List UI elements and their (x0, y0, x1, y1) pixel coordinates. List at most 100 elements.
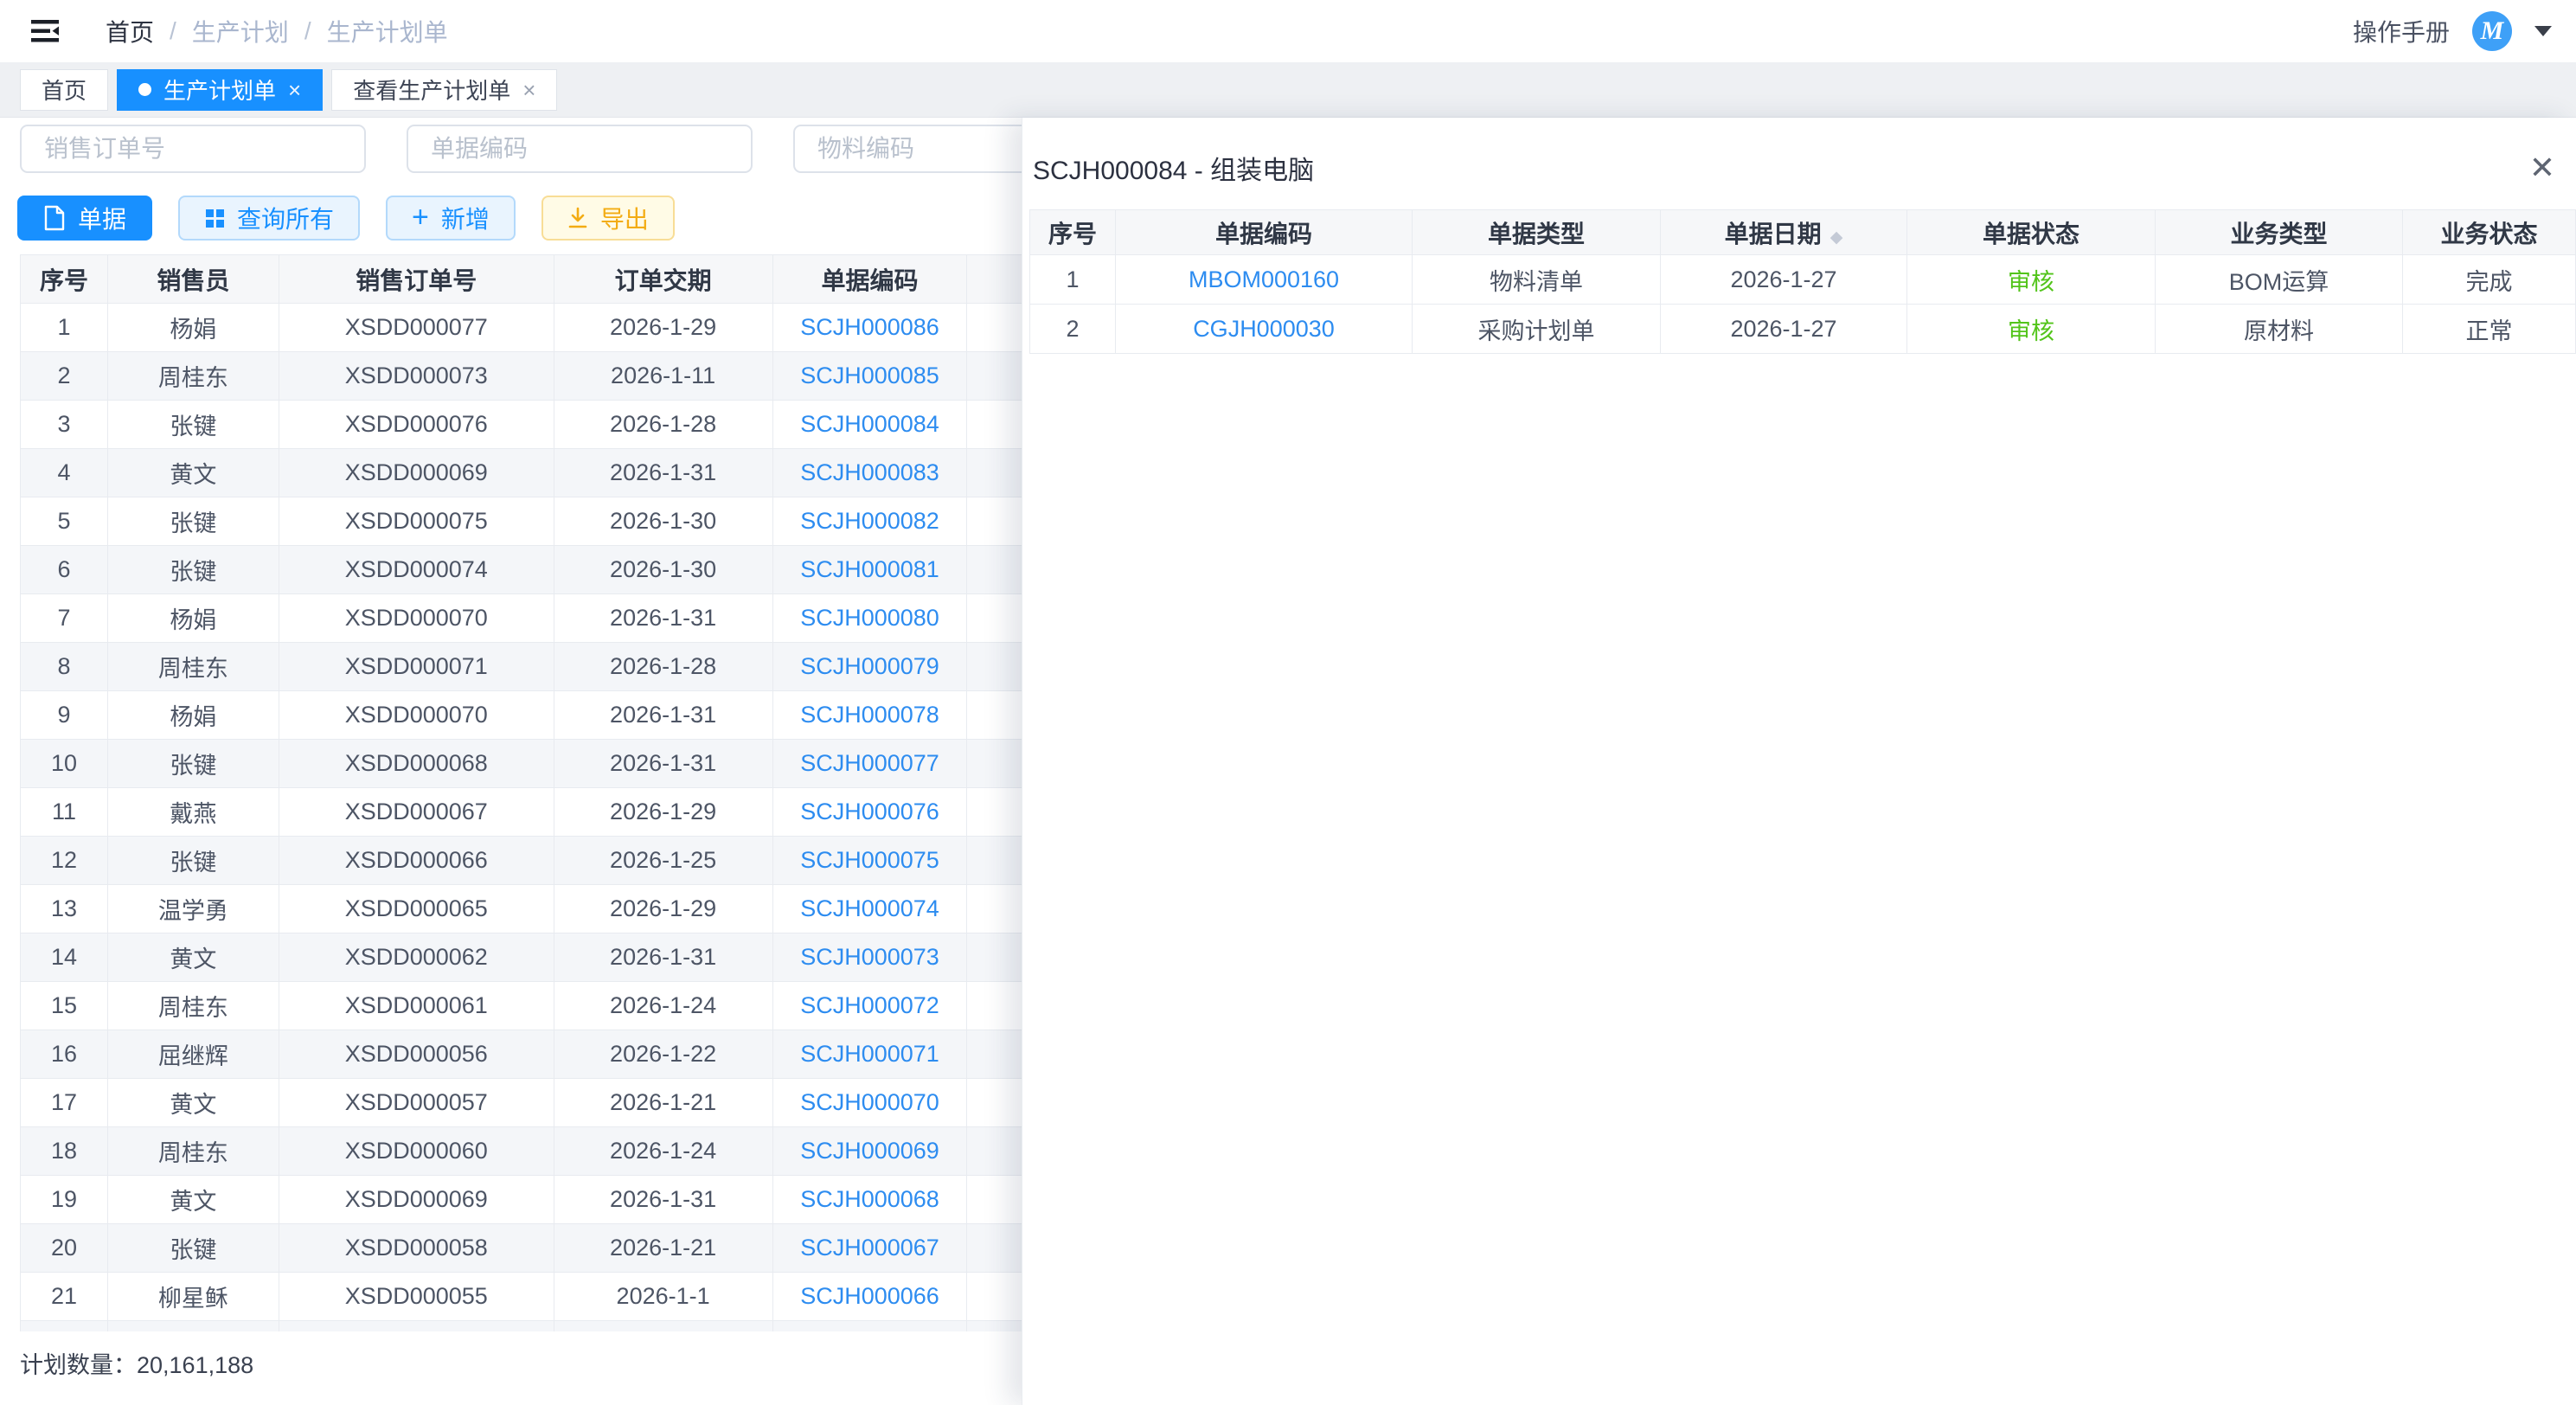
cell-seq: 18 (21, 1127, 108, 1176)
cell-doc-code[interactable]: MBOM000160 (1116, 255, 1413, 305)
sort-icon[interactable]: ◆ (1830, 228, 1843, 247)
tab-close-icon[interactable]: × (288, 79, 301, 101)
cell-sales-person: 张键 (107, 837, 279, 885)
doc-code-link[interactable]: MBOM000160 (1189, 266, 1339, 292)
cell-sales-order: XSDD000069 (279, 1176, 554, 1224)
cell-sales-person: 戴燕 (107, 788, 279, 837)
cell-sales-person: 杨娟 (107, 691, 279, 740)
doc-code-link[interactable]: SCJH000071 (800, 1041, 939, 1067)
table-row[interactable]: 1MBOM000160物料清单2026-1-27审核BOM运算完成 (1030, 255, 2576, 305)
cell-doc-code[interactable]: SCJH000085 (772, 352, 967, 401)
doc-code-link[interactable]: SCJH000078 (800, 702, 939, 728)
cell-sales-order: XSDD000071 (279, 643, 554, 691)
doc-code-link[interactable]: SCJH000067 (800, 1235, 939, 1261)
tab-production-plan[interactable]: 生产计划单 × (117, 69, 323, 111)
cell-seq: 21 (21, 1273, 108, 1321)
cell-doc-code[interactable]: SCJH000076 (772, 788, 967, 837)
column-header: 订单交期 (554, 255, 772, 304)
doc-code-link[interactable]: SCJH000080 (800, 605, 939, 631)
column-header: 序号 (21, 255, 108, 304)
avatar[interactable]: M (2472, 11, 2512, 51)
column-header: 单据编码 (1116, 210, 1413, 255)
doc-code-link[interactable]: SCJH000070 (800, 1089, 939, 1115)
cell-doc-code[interactable]: SCJH000086 (772, 304, 967, 352)
cell-doc-code[interactable]: SCJH000072 (772, 982, 967, 1030)
cell-doc-code[interactable]: SCJH000081 (772, 546, 967, 594)
cell-doc-code[interactable]: SCJH000083 (772, 449, 967, 497)
export-button[interactable]: 导出 (541, 196, 675, 241)
doc-code-link[interactable]: SCJH000073 (800, 944, 939, 970)
cell-doc-code[interactable]: SCJH000070 (772, 1079, 967, 1127)
cell-doc-code[interactable]: SCJH000074 (772, 885, 967, 933)
cell-sales-person: 张键 (107, 401, 279, 449)
breadcrumb-separator: / (304, 17, 311, 45)
cell-due-date: 2026-1-31 (554, 691, 772, 740)
add-button[interactable]: + 新增 (386, 196, 516, 241)
cell-sales-order: XSDD000074 (279, 546, 554, 594)
cell-sales-person: 黄文 (107, 449, 279, 497)
doc-code-link[interactable]: SCJH000086 (800, 314, 939, 340)
column-header: 销售员 (107, 255, 279, 304)
tab-close-icon[interactable]: × (522, 79, 535, 101)
cell-doc-code[interactable]: SCJH000077 (772, 740, 967, 788)
cell-due-date: 2026-1-11 (554, 352, 772, 401)
cell-doc-code[interactable]: SCJH000073 (772, 933, 967, 982)
tab-label: 生产计划单 (163, 74, 276, 106)
breadcrumb-section[interactable]: 生产计划 (192, 14, 289, 48)
doc-code-link[interactable]: SCJH000072 (800, 992, 939, 1018)
doc-code-link[interactable]: SCJH000068 (800, 1186, 939, 1212)
cell-doc-code[interactable]: SCJH000080 (772, 594, 967, 643)
doc-code-link[interactable]: SCJH000076 (800, 799, 939, 824)
cell-due-date: 2026-1-31 (554, 1176, 772, 1224)
manual-link[interactable]: 操作手册 (2353, 14, 2450, 48)
cell-sales-person: 柳星稣 (107, 1273, 279, 1321)
cell-doc-code[interactable]: CGJH000030 (1116, 305, 1413, 354)
cell-due-date: 2026-1-30 (554, 546, 772, 594)
doc-code-input[interactable] (407, 125, 753, 173)
table-row[interactable]: 2CGJH000030采购计划单2026-1-27审核原材料正常 (1030, 305, 2576, 354)
doc-code-link[interactable]: SCJH000074 (800, 895, 939, 921)
doc-code-link[interactable]: SCJH000084 (800, 411, 939, 437)
cell-doc-code[interactable]: SCJH000068 (772, 1176, 967, 1224)
cell-doc-code[interactable]: SCJH000082 (772, 497, 967, 546)
cell-doc-code[interactable]: SCJH000084 (772, 401, 967, 449)
doc-code-link[interactable]: SCJH000085 (800, 362, 939, 388)
cell-doc-code[interactable]: SCJH000069 (772, 1127, 967, 1176)
cell-sales-order: XSDD000056 (279, 1030, 554, 1079)
doc-code-link[interactable]: CGJH000030 (1193, 316, 1335, 342)
cell-sales-person: 周桂东 (107, 982, 279, 1030)
doc-code-link[interactable]: SCJH000066 (800, 1283, 939, 1309)
doc-code-link[interactable]: SCJH000075 (800, 847, 939, 873)
cell-sales-order: XSDD000076 (279, 401, 554, 449)
cell-doc-code[interactable]: SCJH000079 (772, 643, 967, 691)
tab-home[interactable]: 首页 (20, 69, 108, 111)
tab-view-production-plan[interactable]: 查看生产计划单 × (331, 69, 557, 111)
doc-code-link[interactable]: SCJH000079 (800, 653, 939, 679)
cell-seq: 3 (21, 401, 108, 449)
cell-sales-order: XSDD000065 (279, 885, 554, 933)
cell-doc-code[interactable]: SCJH000067 (772, 1224, 967, 1273)
top-bar-right: 操作手册 M (2353, 11, 2552, 51)
doc-code-link[interactable]: SCJH000083 (800, 459, 939, 485)
column-header[interactable]: 单据日期◆ (1661, 210, 1907, 255)
breadcrumb-home[interactable]: 首页 (106, 14, 154, 48)
caret-down-icon[interactable] (2534, 26, 2552, 36)
query-all-button[interactable]: 查询所有 (178, 196, 360, 241)
menu-fold-icon[interactable] (26, 14, 64, 48)
cell-doc-code[interactable]: SCJH000078 (772, 691, 967, 740)
cell-doc-code[interactable]: SCJH000066 (772, 1273, 967, 1321)
cell-due-date: 2026-1-24 (554, 982, 772, 1030)
doc-button[interactable]: 单据 (17, 196, 152, 241)
cell-doc-code[interactable]: SCJH000071 (772, 1030, 967, 1079)
breadcrumb-page[interactable]: 生产计划单 (327, 14, 448, 48)
cell-sales-person: 张键 (107, 497, 279, 546)
close-icon[interactable]: ✕ (2529, 152, 2555, 183)
doc-code-link[interactable]: SCJH000069 (800, 1138, 939, 1164)
plan-quantity-value: 20,161,188 (137, 1352, 253, 1378)
doc-code-link[interactable]: SCJH000081 (800, 556, 939, 582)
sales-order-input[interactable] (20, 125, 366, 173)
doc-code-link[interactable]: SCJH000082 (800, 508, 939, 534)
cell-seq: 12 (21, 837, 108, 885)
doc-code-link[interactable]: SCJH000077 (800, 750, 939, 776)
cell-doc-code[interactable]: SCJH000075 (772, 837, 967, 885)
